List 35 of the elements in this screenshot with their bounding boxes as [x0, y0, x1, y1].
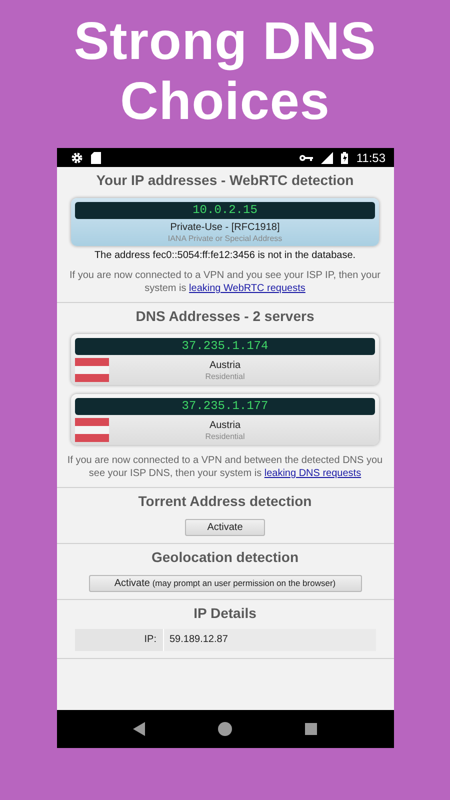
recents-icon — [305, 723, 317, 735]
activate-button[interactable]: Activate (may prompt an user permission on the browser) — [88, 575, 362, 592]
section-title: IP Details — [194, 605, 256, 621]
back-icon — [133, 722, 145, 736]
connection-type: Residential — [205, 372, 245, 380]
sd-card-icon — [90, 152, 100, 164]
section-title: DNS Addresses - 2 servers — [136, 308, 314, 324]
country-name: Austria — [209, 420, 241, 430]
address-type: Private-Use - [RFC1918] — [170, 222, 280, 233]
battery-icon — [341, 152, 348, 164]
section-title: Torrent Address detection — [138, 493, 312, 509]
leak-warning-text: If you are now connected to a VPN and you see your ISP IP, then your system is leaking WebRTC requests — [68, 269, 382, 295]
leak-link[interactable]: leaking WebRTC requests — [189, 283, 306, 294]
headline: Strong DNS Choices — [72, 12, 378, 132]
table-cell: IP: — [74, 629, 162, 651]
activate-button[interactable]: Activate — [185, 519, 265, 536]
leak-warning-text: If you are now connected to a VPN and between the detected DNS you see your ISP DNS, then your system is leaking DNS requests — [66, 454, 384, 480]
flag-icon — [75, 418, 109, 442]
home-icon — [218, 722, 232, 736]
flag-icon — [75, 358, 109, 382]
section-title: Your IP addresses - WebRTC detection — [96, 172, 354, 188]
section-title: Geolocation detection — [151, 549, 298, 565]
gear-icon — [70, 152, 82, 164]
ip-display: 10.0.2.15 — [75, 202, 375, 219]
database-notice: The address fec0::5054:ff:fe12:3456 is not in the database. — [94, 250, 356, 261]
key-icon — [299, 154, 314, 162]
leak-link[interactable]: leaking DNS requests — [264, 468, 362, 479]
address-detail: IANA Private or Special Address — [168, 234, 282, 243]
connection-type: Residential — [205, 432, 245, 440]
ip-display: 37.235.1.177 — [75, 398, 375, 415]
signal-icon — [321, 152, 334, 164]
ip-display: 37.235.1.174 — [75, 338, 375, 355]
clock: 11:53 — [356, 150, 386, 164]
country-name: Austria — [209, 360, 241, 370]
table-cell: 59.189.12.87 — [164, 629, 376, 651]
